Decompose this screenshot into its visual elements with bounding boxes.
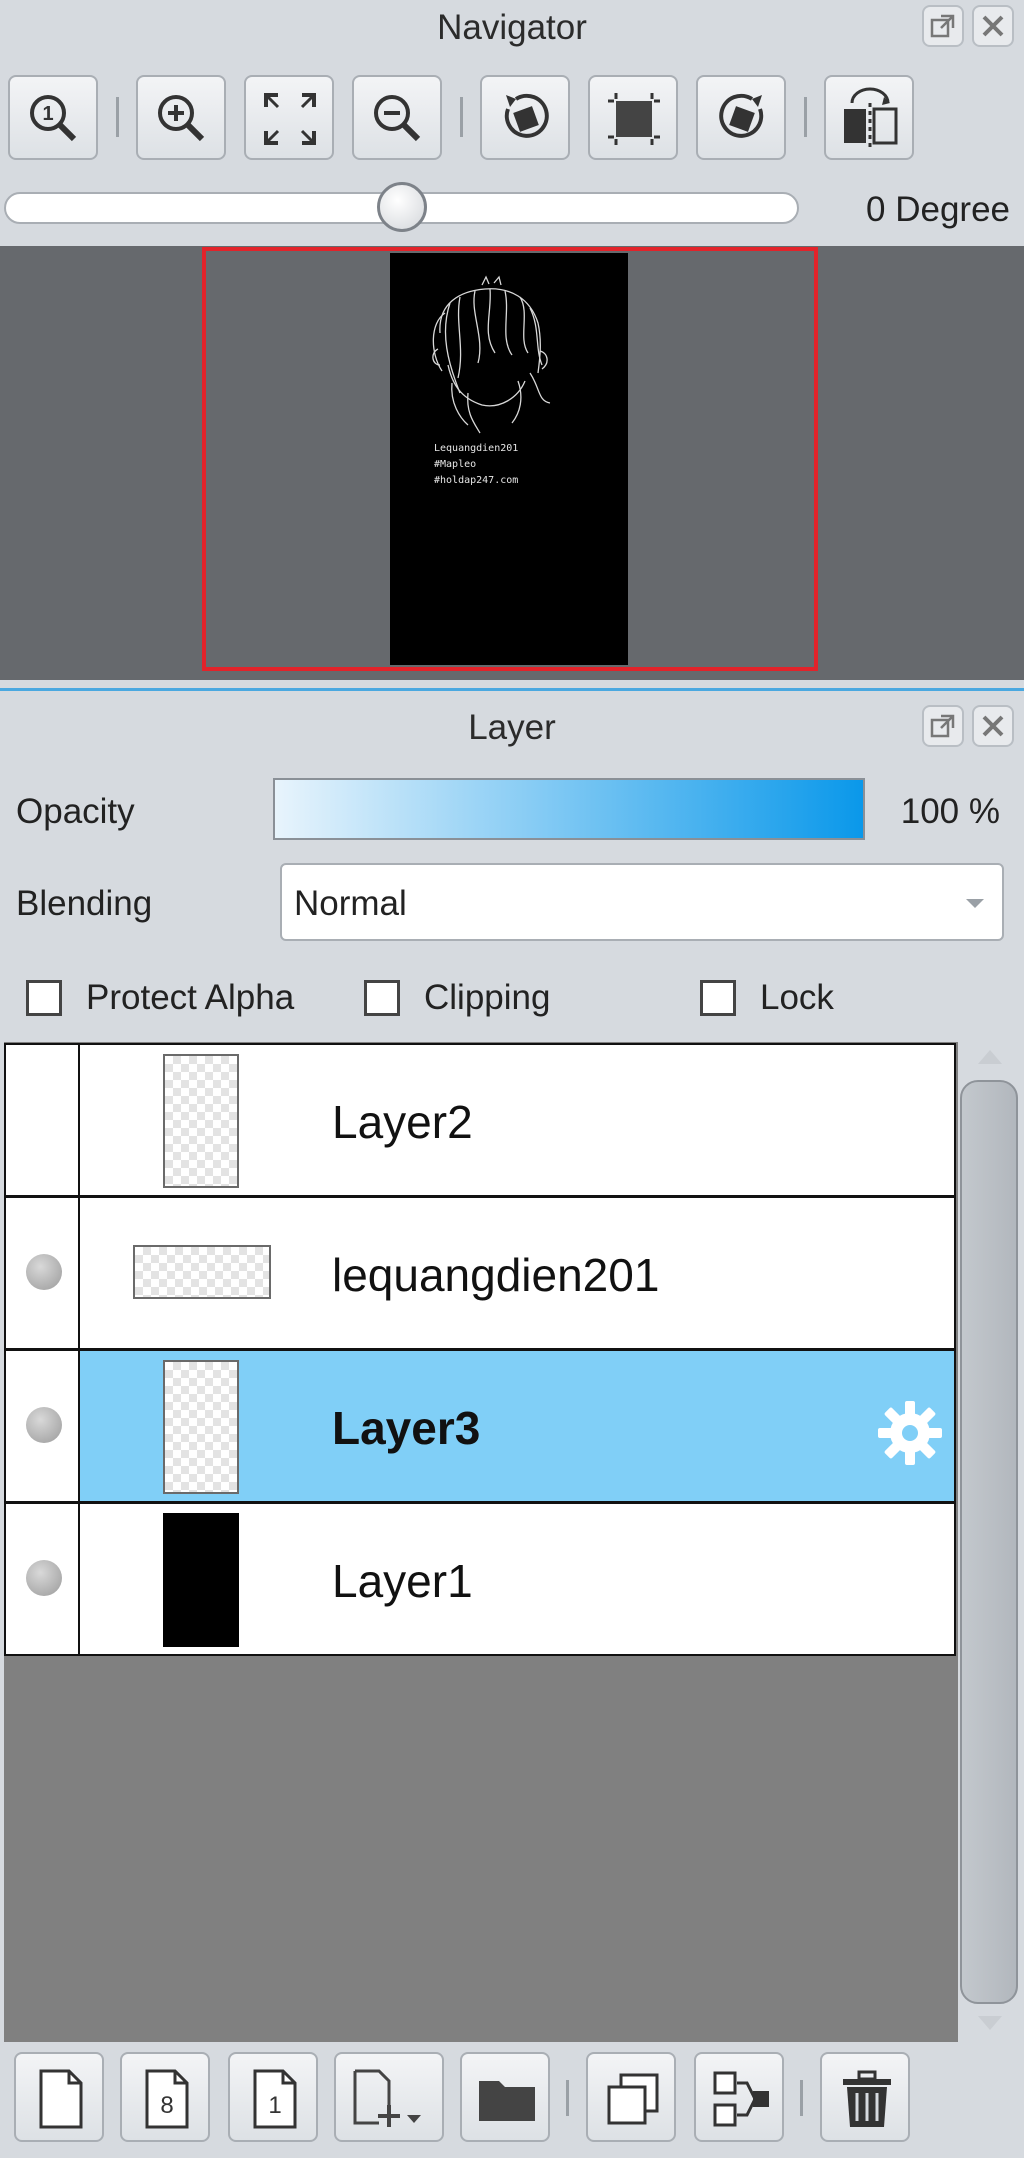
new-8bit-layer-icon: 8 [145, 2069, 189, 2129]
rotate-left-icon [504, 93, 549, 138]
popout-icon [930, 14, 955, 38]
scroll-up-arrow-icon[interactable] [978, 1050, 1002, 1064]
flip-horizontal-button[interactable] [824, 75, 914, 160]
rotate-right-icon [719, 93, 764, 138]
add-layer-menu-button[interactable] [334, 2052, 444, 2142]
layer-row-layer3[interactable]: Layer3 [4, 1349, 956, 1503]
new-8bit-layer-button[interactable]: 8 [120, 2052, 210, 2142]
trash-icon [843, 2070, 891, 2127]
blending-select[interactable]: Normal [280, 863, 1004, 941]
layer-row-layer1[interactable]: Layer1 [4, 1502, 956, 1656]
opacity-label: Opacity [16, 792, 135, 831]
actual-size-icon: 1 [30, 95, 77, 142]
new-raster-layer-button[interactable] [14, 2052, 104, 2142]
svg-text:8: 8 [160, 2092, 173, 2119]
panel-divider [0, 688, 1024, 691]
blending-value: Normal [294, 884, 407, 923]
reset-rotation-button[interactable] [588, 75, 678, 160]
lock-label: Lock [760, 978, 834, 1017]
scrollbar-thumb[interactable] [960, 1080, 1018, 2004]
new-1bit-layer-button[interactable]: 1 [228, 2052, 318, 2142]
layer-popout-button[interactable] [922, 705, 964, 747]
duplicate-layer-button[interactable] [586, 2052, 676, 2142]
navigator-close-button[interactable] [972, 5, 1014, 47]
popout-icon [930, 714, 955, 738]
layer-row-lequangdien201[interactable]: lequangdien201 [4, 1196, 956, 1350]
reset-rotation-icon [608, 93, 660, 145]
layer-name: Layer1 [332, 1555, 473, 1607]
svg-text:1: 1 [268, 2092, 281, 2119]
flip-horizontal-icon [844, 87, 898, 147]
rotation-degree-label: 0 Degree [866, 190, 1010, 229]
layer-close-button[interactable] [972, 705, 1014, 747]
actual-size-button[interactable]: 1 [8, 75, 98, 160]
toolbar-divider [800, 2080, 803, 2116]
scroll-down-arrow-icon[interactable] [978, 2016, 1002, 2030]
layer-thumbnail [163, 1513, 239, 1647]
opacity-value: 100 % [900, 792, 1000, 831]
layer-title-bar: Layer [0, 700, 1024, 750]
add-layer-menu-icon [353, 2069, 421, 2127]
new-1bit-layer-icon: 1 [253, 2069, 297, 2129]
opacity-slider[interactable] [273, 778, 865, 840]
merge-down-button[interactable] [694, 2052, 784, 2142]
lock-checkbox[interactable] [700, 980, 736, 1016]
fit-window-icon [264, 93, 316, 145]
toolbar-divider [566, 2080, 569, 2116]
navigator-title-bar: Navigator [0, 0, 1024, 50]
clipping-checkbox[interactable] [364, 980, 400, 1016]
toolbar-divider [116, 97, 119, 137]
duplicate-layer-icon [607, 2073, 659, 2125]
layer-name: Layer2 [332, 1096, 473, 1148]
layer-thumbnail [133, 1245, 271, 1299]
visibility-toggle[interactable] [6, 1504, 80, 1654]
zoom-out-button[interactable] [352, 75, 442, 160]
rotation-slider-thumb[interactable] [377, 182, 427, 232]
toolbar-divider [804, 97, 807, 137]
clipping-label: Clipping [424, 978, 551, 1017]
svg-text:1: 1 [42, 103, 53, 125]
navigator-title: Navigator [437, 8, 587, 47]
rotate-right-button[interactable] [696, 75, 786, 160]
toolbar-divider [460, 97, 463, 137]
visibility-toggle[interactable] [6, 1351, 80, 1501]
zoom-in-icon [158, 95, 205, 142]
layer-row-layer2[interactable]: Layer2 [4, 1043, 956, 1197]
zoom-in-button[interactable] [136, 75, 226, 160]
zoom-out-icon [374, 95, 421, 142]
navigator-popout-button[interactable] [922, 5, 964, 47]
close-icon [982, 715, 1004, 737]
visibility-toggle[interactable] [6, 1198, 80, 1348]
protect-alpha-label: Protect Alpha [86, 978, 295, 1017]
gear-icon[interactable] [874, 1397, 946, 1469]
layer-name: lequangdien201 [332, 1249, 660, 1301]
visible-dot-icon [26, 1560, 62, 1596]
blending-label: Blending [16, 884, 153, 923]
viewport-frame[interactable] [202, 247, 818, 671]
visible-dot-icon [26, 1407, 62, 1443]
protect-alpha-checkbox[interactable] [26, 980, 62, 1016]
merge-down-icon [713, 2071, 769, 2127]
rotate-left-button[interactable] [480, 75, 570, 160]
close-icon [982, 15, 1004, 37]
layer-name: Layer3 [332, 1402, 481, 1454]
layer-thumbnail [163, 1054, 239, 1188]
fit-window-button[interactable] [244, 75, 334, 160]
layer-panel-title: Layer [468, 708, 556, 747]
delete-layer-button[interactable] [820, 2052, 910, 2142]
visible-dot-icon [26, 1254, 62, 1290]
new-raster-layer-icon [39, 2069, 83, 2129]
new-folder-button[interactable] [460, 2052, 550, 2142]
folder-icon [479, 2081, 535, 2121]
layer-thumbnail [163, 1360, 239, 1494]
chevron-down-icon [966, 899, 984, 908]
visibility-toggle[interactable] [6, 1045, 80, 1195]
